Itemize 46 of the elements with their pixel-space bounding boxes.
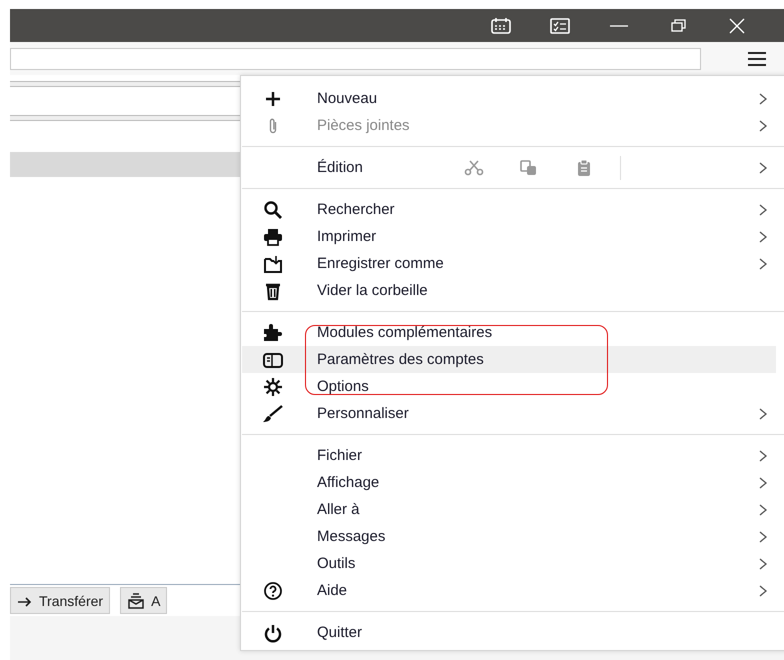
chevron-icon	[758, 584, 768, 598]
menu-item[interactable]: Vider la corbeille	[242, 277, 776, 304]
menu-item[interactable]: Outils	[242, 550, 776, 577]
chevron-icon	[758, 406, 768, 420]
menu-item[interactable]: Enregistrer comme	[242, 250, 776, 277]
menu-item[interactable]: Options	[242, 373, 776, 400]
menu-item[interactable]: Personnaliser	[242, 400, 776, 427]
chevron-icon	[758, 202, 768, 216]
chevron-icon	[758, 118, 768, 132]
chevron-icon	[758, 256, 768, 270]
menu-item[interactable]: Messages	[242, 523, 776, 550]
calendar-icon[interactable]	[490, 16, 512, 34]
cut-icon[interactable]	[463, 158, 486, 176]
search-icon	[263, 200, 283, 220]
chevron-icon	[758, 230, 768, 244]
folder-save-icon	[263, 254, 283, 274]
puzzle-icon	[262, 322, 284, 342]
gear-icon	[263, 376, 283, 396]
arrow-right-icon	[17, 594, 33, 606]
chevron-icon	[758, 476, 768, 490]
help-icon	[263, 580, 283, 600]
tasks-icon[interactable]	[548, 16, 570, 34]
archive-icon	[127, 592, 146, 608]
menu-item[interactable]: Affichage	[242, 469, 776, 496]
menu-item[interactable]: Édition	[242, 154, 776, 181]
toolbar-button[interactable]: A	[120, 587, 168, 614]
chevron-icon	[758, 502, 768, 516]
menu-item[interactable]: Aller à	[242, 496, 776, 523]
menu-item[interactable]: Aide	[242, 577, 776, 604]
menu-item[interactable]: Fichier	[242, 442, 776, 469]
chevron-icon	[758, 448, 768, 462]
chevron-icon	[758, 556, 768, 570]
chevron-icon	[758, 160, 768, 174]
chevron-icon	[758, 530, 768, 544]
brush-icon	[262, 404, 284, 424]
search-field[interactable]	[10, 48, 701, 70]
menu-item[interactable]: Modules complémentaires	[242, 319, 776, 346]
power-icon	[263, 622, 283, 642]
menu-icon	[746, 50, 768, 66]
menu-item[interactable]: Imprimer	[242, 223, 776, 250]
chevron-icon	[758, 92, 768, 106]
printer-icon	[263, 226, 283, 246]
menu-item[interactable]: Paramètres des comptes	[242, 346, 776, 373]
menu-item[interactable]: Rechercher	[242, 196, 776, 223]
menu-item[interactable]: Nouveau	[242, 85, 776, 112]
toolbar-button[interactable]: Transférer	[10, 587, 110, 614]
